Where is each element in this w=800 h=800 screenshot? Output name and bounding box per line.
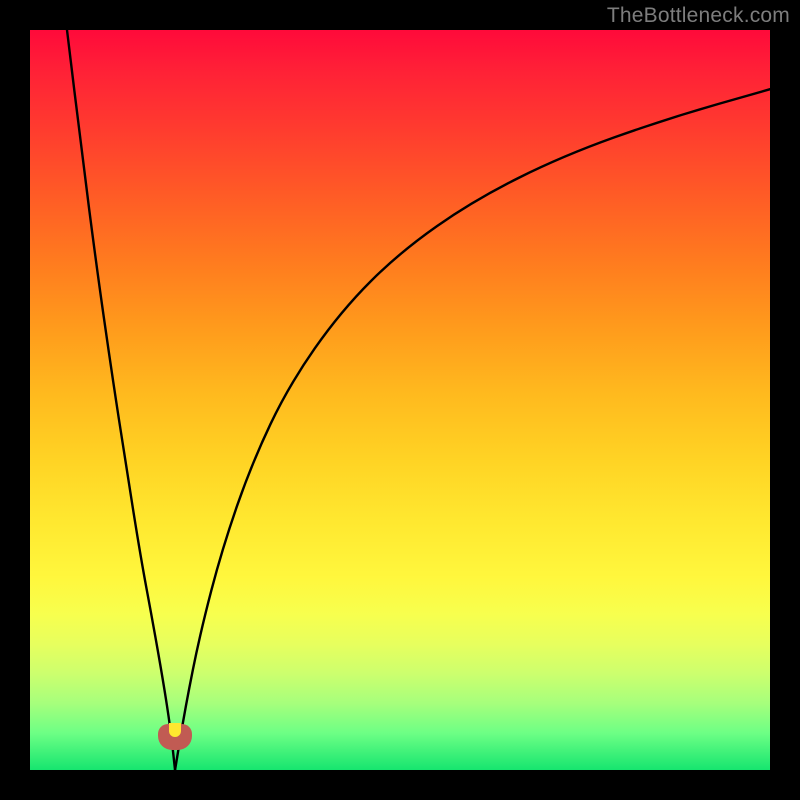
watermark-text: TheBottleneck.com (607, 4, 790, 28)
chart-frame: TheBottleneck.com (0, 0, 800, 800)
minimum-marker (158, 724, 192, 750)
bottleneck-curve (30, 30, 770, 770)
plot-area (30, 30, 770, 770)
minimum-marker-notch (169, 723, 181, 737)
